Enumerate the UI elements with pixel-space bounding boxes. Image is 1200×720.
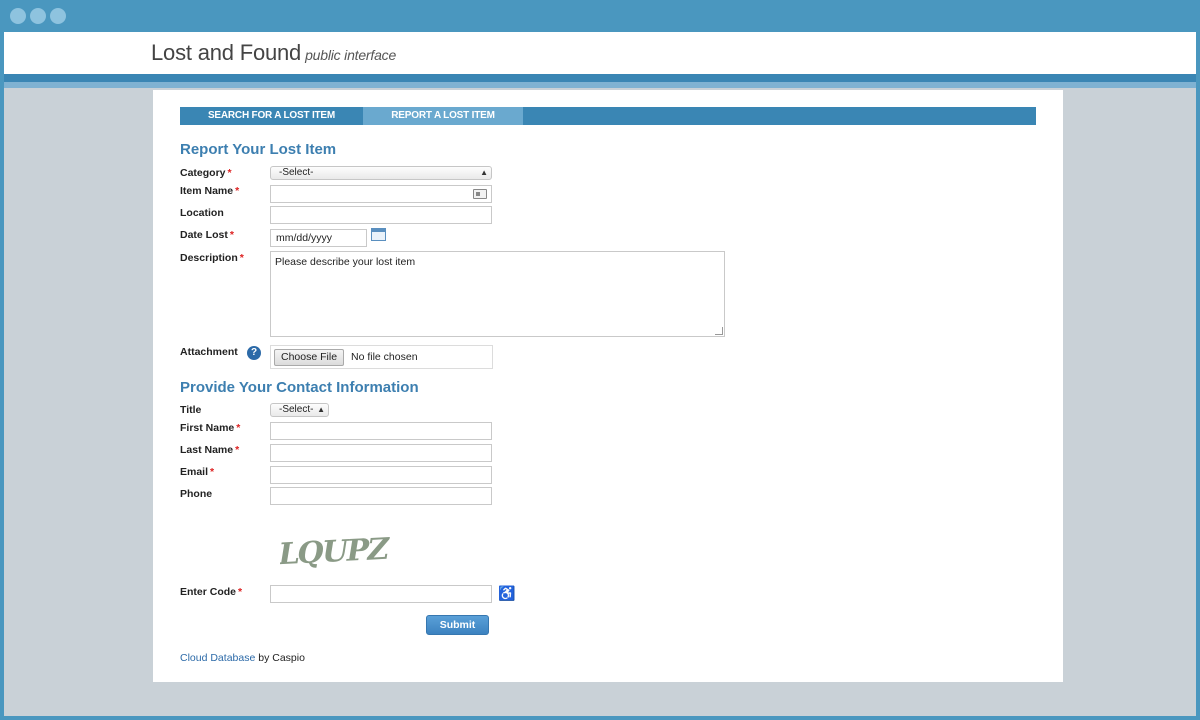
site-subtitle: public interface [305,47,397,63]
email-label: Email * [180,466,214,478]
tab-bar: SEARCH FOR A LOST ITEM REPORT A LOST ITE… [180,107,1036,125]
required-marker: * [227,167,232,179]
category-label-text: Category [180,167,226,179]
required-marker: * [229,229,234,241]
first-name-label: First Name * [180,422,240,434]
title-select[interactable]: -Select- ▲ [270,403,329,417]
file-status-text: No file chosen [351,351,418,363]
choose-file-button[interactable]: Choose File [274,349,345,366]
date-lost-label-text: Date Lost [180,229,228,241]
description-textarea-value: Please describe your lost item [275,256,416,268]
phone-label: Phone [180,488,213,500]
accessibility-audio-icon[interactable]: ♿ [498,585,515,602]
required-marker: * [236,422,241,434]
last-name-input[interactable] [270,444,492,462]
contact-section-title: Provide Your Contact Information [180,379,419,396]
attachment-label: Attachment [180,346,238,358]
browser-viewport: Lost and Found public interface SEARCH FO… [4,32,1196,716]
footer-credit: Cloud Database by Caspio [180,652,305,664]
enter-code-label-text: Enter Code [180,586,237,598]
required-marker: * [210,466,215,478]
site-header: Lost and Found public interface [4,32,1196,74]
location-input[interactable] [270,206,492,224]
category-select[interactable]: -Select- ▲ [270,166,492,180]
date-lost-input[interactable]: mm/dd/yyyy [270,229,367,247]
description-textarea[interactable]: Please describe your lost item [270,251,725,337]
title-select-value: -Select- [279,404,314,415]
calendar-icon[interactable] [371,228,386,241]
required-marker: * [235,185,240,197]
captcha-code-input[interactable] [270,585,492,603]
window-dot-2[interactable] [30,8,46,24]
window-dot-3[interactable] [50,8,66,24]
category-label: Category * [180,167,232,179]
resize-handle-icon[interactable] [715,327,723,335]
cloud-database-link[interactable]: Cloud Database [180,652,255,664]
location-label: Location [180,207,224,219]
form-panel: SEARCH FOR A LOST ITEM REPORT A LOST ITE… [153,90,1063,682]
footer-suffix: by Caspio [255,652,305,664]
captcha-code-text: LQUPZ [280,532,392,571]
select-arrows-icon: ▲ [480,168,488,177]
header-divider [4,74,1196,82]
window-titlebar [0,0,1200,32]
item-name-input[interactable] [270,185,492,203]
required-marker: * [238,586,243,598]
contact-card-icon[interactable] [473,189,487,199]
submit-button[interactable]: Submit [426,615,489,635]
captcha-image: LQUPZ [280,532,392,571]
item-name-label: Item Name * [180,185,239,197]
last-name-label: Last Name * [180,444,239,456]
category-select-value: -Select- [279,167,314,178]
description-label-text: Description [180,252,238,264]
email-label-text: Email [180,466,209,478]
tab-report-lost-item[interactable]: REPORT A LOST ITEM [363,107,523,125]
first-name-label-text: First Name [180,422,235,434]
window-dot-1[interactable] [10,8,26,24]
required-marker: * [235,444,240,456]
header-divider-light [4,82,1196,88]
first-name-input[interactable] [270,422,492,440]
help-icon[interactable]: ? [247,346,261,360]
item-name-label-text: Item Name [180,185,234,197]
enter-code-label: Enter Code * [180,586,242,598]
attachment-file-input[interactable]: Choose File No file chosen [270,345,493,369]
site-title-text: Lost and Found [151,40,302,65]
select-arrows-icon: ▲ [317,405,325,414]
tab-search-lost-item[interactable]: SEARCH FOR A LOST ITEM [180,107,363,125]
description-label: Description * [180,252,244,264]
date-lost-label: Date Lost * [180,229,234,241]
last-name-label-text: Last Name [180,444,234,456]
title-label: Title [180,404,202,416]
site-title: Lost and Found public interface [151,40,396,66]
report-section-title: Report Your Lost Item [180,141,337,158]
required-marker: * [239,252,244,264]
phone-input[interactable] [270,487,492,505]
email-input[interactable] [270,466,492,484]
